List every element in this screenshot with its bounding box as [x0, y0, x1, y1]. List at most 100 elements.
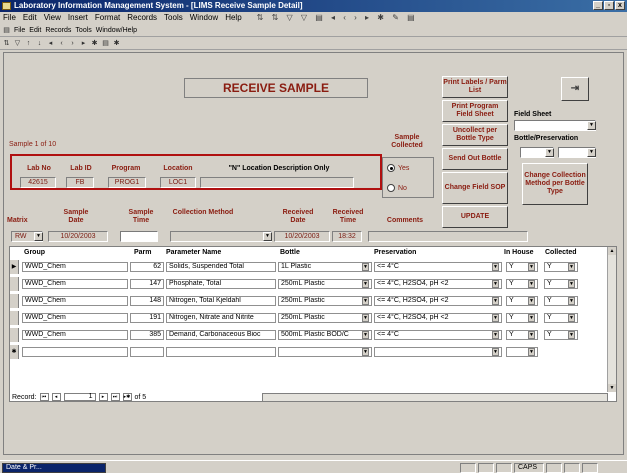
preservation-cell[interactable]: <= 4°C, H2SO4, pH <2 [374, 279, 502, 289]
parameter-name-cell[interactable] [166, 347, 276, 357]
uncollect-button[interactable]: Uncollect per Bottle Type [442, 124, 508, 146]
chevron-down-icon[interactable]: ▼ [362, 280, 369, 288]
preservation-cell[interactable]: <= 4°C, H2SO4, pH <2 [374, 313, 502, 323]
sort-desc-icon[interactable]: ↓ [36, 40, 43, 47]
bottle-cell[interactable]: 250mL Plastic [278, 279, 372, 289]
chevron-down-icon[interactable]: ▼ [492, 297, 499, 305]
chevron-down-icon[interactable]: ▼ [492, 314, 499, 322]
update-button[interactable]: UPDATE [442, 206, 508, 228]
menu-file[interactable]: File [3, 12, 16, 24]
preservation-cell[interactable]: <= 4°C [374, 262, 502, 272]
chevron-down-icon[interactable]: ▼ [362, 331, 369, 339]
chevron-down-icon[interactable]: ▼ [568, 297, 575, 305]
chevron-down-icon[interactable]: ▼ [587, 121, 596, 130]
parm-cell[interactable]: 148 [130, 296, 164, 306]
copy-icon[interactable]: ▤ [102, 39, 109, 47]
program-field[interactable]: PROG1 [108, 177, 146, 188]
chevron-down-icon[interactable]: ▼ [528, 297, 535, 305]
menu-tools[interactable]: Tools [164, 12, 183, 24]
menu2-edit[interactable]: Edit [29, 27, 41, 34]
chevron-down-icon[interactable]: ▼ [263, 232, 272, 241]
sample-date-field[interactable]: 10/20/2003 [48, 231, 108, 242]
send-out-bottle-button[interactable]: Send Out Bottle [442, 148, 508, 170]
group-cell[interactable]: WWD_Chem [22, 296, 128, 306]
parm-cell[interactable]: 147 [130, 279, 164, 289]
parm-cell[interactable]: 385 [130, 330, 164, 340]
bottle-cell[interactable]: 250mL Plastic [278, 313, 372, 323]
new-record-nav-icon[interactable]: ▸✱ [122, 393, 132, 401]
table-row[interactable]: WWD_Chem 148 Nitrogen, Total Kjeldahl 25… [10, 294, 608, 308]
location-description-field[interactable] [200, 177, 354, 188]
change-collection-method-button[interactable]: Change Collection Method per Bottle Type [522, 163, 588, 205]
sort-asc-icon[interactable]: ↑ [25, 40, 32, 47]
chevron-down-icon[interactable]: ▼ [587, 148, 596, 157]
chevron-down-icon[interactable]: ▼ [568, 331, 575, 339]
close-button[interactable]: x [615, 1, 625, 10]
menu-view[interactable]: View [44, 12, 61, 24]
print-program-button[interactable]: Print Program Field Sheet [442, 100, 508, 122]
field-sheet-select[interactable] [514, 120, 596, 131]
parameter-name-cell[interactable]: Nitrogen, Total Kjeldahl [166, 296, 276, 306]
preservation-cell[interactable]: <= 4°C [374, 330, 502, 340]
chevron-down-icon[interactable]: ▼ [362, 348, 369, 356]
menu2-file[interactable]: File [14, 27, 25, 34]
vertical-scrollbar[interactable]: ▲ ▼ [607, 247, 616, 392]
first-record-icon[interactable]: ◂ [47, 39, 54, 47]
no-option[interactable]: No [387, 184, 407, 192]
next-record-icon[interactable]: ▸ [98, 393, 108, 401]
new-row[interactable]: ✱ ▼ ▼ ▼ [10, 345, 608, 359]
minimize-button[interactable]: _ [593, 1, 603, 10]
sort-icon[interactable]: ⇅ [3, 39, 10, 47]
group-cell[interactable]: WWD_Chem [22, 330, 128, 340]
row-selector[interactable] [10, 277, 19, 291]
group-cell[interactable]: WWD_Chem [22, 313, 128, 323]
yes-option[interactable]: Yes [387, 164, 409, 172]
parameter-name-cell[interactable]: Demand, Carbonaceous Bioc [166, 330, 276, 340]
table-row[interactable]: WWD_Chem 385 Demand, Carbonaceous Bioc 5… [10, 328, 608, 342]
chevron-down-icon[interactable]: ▼ [568, 263, 575, 271]
bottle-cell[interactable]: 500mL Plastic BOD/C [278, 330, 372, 340]
chevron-down-icon[interactable]: ▼ [528, 280, 535, 288]
chevron-down-icon[interactable]: ▼ [492, 263, 499, 271]
find-icon[interactable]: ✱ [113, 39, 120, 47]
row-selector[interactable] [10, 328, 19, 342]
received-date-field[interactable]: 10/20/2003 [274, 231, 330, 242]
chevron-down-icon[interactable]: ▼ [528, 263, 535, 271]
parm-cell[interactable]: 62 [130, 262, 164, 272]
first-record-icon[interactable]: ⏮ [39, 393, 49, 401]
bottle-cell[interactable]: 1L Plastic [278, 262, 372, 272]
table-row[interactable]: WWD_Chem 147 Phosphate, Total 250mL Plas… [10, 277, 608, 291]
parm-cell[interactable] [130, 347, 164, 357]
maximize-button[interactable]: ▫ [604, 1, 614, 10]
preservation-cell[interactable] [374, 347, 502, 357]
bottle-cell[interactable] [278, 347, 372, 357]
parameter-name-cell[interactable]: Phosphate, Total [166, 279, 276, 289]
received-time-field[interactable]: 18:32 [332, 231, 362, 242]
sample-time-field[interactable] [120, 231, 158, 242]
chevron-down-icon[interactable]: ▼ [362, 263, 369, 271]
horizontal-scrollbar[interactable] [262, 393, 608, 402]
lab-id-field[interactable]: FB [66, 177, 94, 188]
chevron-down-icon[interactable]: ▼ [528, 348, 535, 356]
parm-cell[interactable]: 191 [130, 313, 164, 323]
menu-help[interactable]: Help [225, 12, 241, 24]
prev-record-icon[interactable]: ‹ [58, 40, 65, 47]
menu-window[interactable]: Window [190, 12, 218, 24]
chevron-down-icon[interactable]: ▼ [492, 331, 499, 339]
chevron-down-icon[interactable]: ▼ [492, 280, 499, 288]
last-record-icon[interactable]: ▸ [80, 39, 87, 47]
chevron-down-icon[interactable]: ▼ [545, 148, 554, 157]
prev-record-icon[interactable]: ◂ [51, 393, 61, 401]
group-cell[interactable] [22, 347, 128, 357]
collection-method-field[interactable] [170, 231, 272, 242]
preservation-cell[interactable]: <= 4°C, H2SO4, pH <2 [374, 296, 502, 306]
table-row[interactable]: WWD_Chem 191 Nitrogen, Nitrate and Nitri… [10, 311, 608, 325]
chevron-down-icon[interactable]: ▼ [362, 314, 369, 322]
chevron-down-icon[interactable]: ▼ [528, 314, 535, 322]
next-record-icon[interactable]: › [69, 40, 76, 47]
menu-edit[interactable]: Edit [23, 12, 37, 24]
exit-button[interactable]: ⇥ [561, 77, 589, 101]
parameter-name-cell[interactable]: Solids, Suspended Total [166, 262, 276, 272]
minimized-window[interactable]: Date & Pr... [2, 463, 106, 473]
lab-no-field[interactable]: 42615 [20, 177, 56, 188]
